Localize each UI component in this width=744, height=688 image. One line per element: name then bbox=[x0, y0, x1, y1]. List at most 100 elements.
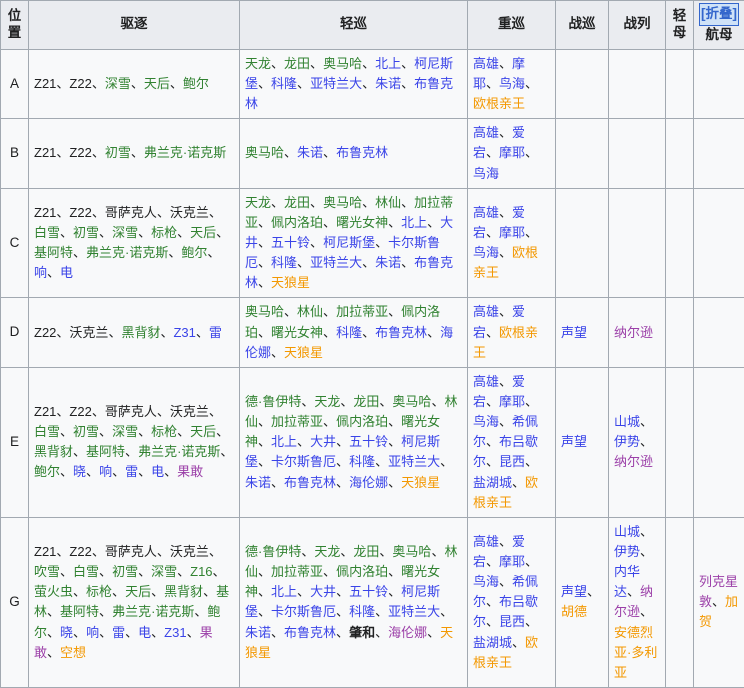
header-light-carrier-label: 轻母 bbox=[668, 8, 691, 42]
name-separator: 、 bbox=[375, 454, 388, 469]
name-separator: 、 bbox=[401, 255, 414, 270]
table-row: CZ21、Z22、哥萨克人、沃克兰、白雪、初雪、深雪、标枪、天后、基阿特、弗兰克… bbox=[1, 188, 744, 298]
name-separator: 、 bbox=[323, 564, 336, 579]
header-light-cruiser-label: 轻巡 bbox=[340, 16, 367, 31]
ship-name: 萤火虫 bbox=[34, 584, 73, 599]
name-separator: 、 bbox=[499, 125, 512, 140]
ship-name: 深雪 bbox=[112, 424, 138, 439]
name-separator: 、 bbox=[92, 76, 105, 91]
name-separator: 、 bbox=[323, 145, 336, 160]
fleet-composition-table: 位置 驱逐 轻巡 重巡 战巡 战列 轻母 [折叠] 航母 bbox=[0, 0, 744, 688]
header-light-carrier: 轻母 bbox=[666, 1, 694, 50]
ship-name: 布鲁克林 bbox=[336, 145, 388, 160]
name-separator: 、 bbox=[125, 444, 138, 459]
cell-light-cruiser: 奥马哈、朱诺、布鲁克林 bbox=[240, 119, 468, 188]
ship-name: 朱诺 bbox=[245, 625, 271, 640]
name-separator: 、 bbox=[388, 414, 401, 429]
ship-name: 林仙 bbox=[375, 195, 401, 210]
name-separator: 、 bbox=[56, 205, 69, 220]
header-battleship-label: 战列 bbox=[624, 16, 651, 31]
row-position-label: E bbox=[1, 367, 29, 517]
cell-carrier bbox=[694, 188, 744, 298]
name-separator: 、 bbox=[486, 614, 499, 629]
ship-name: 柯尼斯堡 bbox=[323, 235, 375, 250]
header-battlecruiser: 战巡 bbox=[556, 1, 609, 50]
collapse-toggle-link[interactable]: [折叠] bbox=[700, 4, 738, 25]
name-separator: 、 bbox=[379, 394, 392, 409]
ship-name: Z31 bbox=[173, 325, 195, 340]
ship-name: 大井 bbox=[310, 434, 336, 449]
name-separator: 、 bbox=[284, 145, 297, 160]
cell-carrier bbox=[694, 119, 744, 188]
name-separator: 、 bbox=[323, 304, 336, 319]
ship-name: 白雪 bbox=[34, 424, 60, 439]
name-separator: 、 bbox=[301, 544, 314, 559]
ship-name: 天龙 bbox=[245, 195, 271, 210]
name-separator: 、 bbox=[499, 414, 512, 429]
ship-name: 标枪 bbox=[151, 225, 177, 240]
ship-name: 初雪 bbox=[105, 145, 131, 160]
ship-name: 弗兰克·诺克斯 bbox=[112, 604, 194, 619]
name-separator: 、 bbox=[336, 475, 349, 490]
name-separator: 、 bbox=[73, 444, 86, 459]
name-separator: 、 bbox=[486, 225, 499, 240]
cell-heavy-cruiser: 高雄、爱宕、摩耶、鸟海、希佩尔、布吕歇尔、昆西、盐湖城、欧根亲王 bbox=[468, 367, 556, 517]
ship-name: 摩耶 bbox=[499, 394, 525, 409]
name-separator: 、 bbox=[194, 604, 207, 619]
cell-battleship bbox=[609, 188, 666, 298]
ship-name: 黑背豺 bbox=[121, 325, 160, 340]
name-separator: 、 bbox=[440, 454, 453, 469]
ship-name: 科隆 bbox=[271, 76, 297, 91]
ship-name: 德·鲁伊特 bbox=[245, 544, 301, 559]
ship-name: 声望 bbox=[561, 434, 587, 449]
ship-name: 深雪 bbox=[105, 76, 131, 91]
name-separator: 、 bbox=[362, 255, 375, 270]
cell-destroyer: Z21、Z22、哥萨克人、沃克兰、吹雪、白雪、初雪、深雪、Z16、萤火虫、标枪、… bbox=[29, 517, 240, 687]
name-separator: 、 bbox=[401, 76, 414, 91]
name-separator: 、 bbox=[131, 76, 144, 91]
name-separator: 、 bbox=[258, 604, 271, 619]
name-separator: 、 bbox=[310, 235, 323, 250]
name-separator: 、 bbox=[336, 434, 349, 449]
name-separator: 、 bbox=[486, 594, 499, 609]
name-separator: 、 bbox=[209, 404, 222, 419]
name-separator: 、 bbox=[297, 255, 310, 270]
name-separator: 、 bbox=[151, 584, 164, 599]
ship-name: 北上 bbox=[271, 434, 297, 449]
ship-name: 摩耶 bbox=[499, 554, 525, 569]
ship-name: 奥马哈 bbox=[245, 304, 284, 319]
name-separator: 、 bbox=[60, 464, 73, 479]
cell-heavy-cruiser: 高雄、爱宕、摩耶、鸟海 bbox=[468, 119, 556, 188]
name-separator: 、 bbox=[138, 225, 151, 240]
ship-name: 伊势 bbox=[614, 434, 640, 449]
ship-name: 天后 bbox=[144, 76, 170, 91]
cell-destroyer: Z21、Z22、哥萨克人、沃克兰、白雪、初雪、深雪、标枪、天后、黑背豺、基阿特、… bbox=[29, 367, 240, 517]
name-separator: 、 bbox=[499, 304, 512, 319]
ship-name: 山城 bbox=[614, 414, 640, 429]
name-separator: 、 bbox=[220, 444, 233, 459]
ship-name: 天狼星 bbox=[284, 345, 323, 360]
name-separator: 、 bbox=[138, 464, 151, 479]
cell-battleship bbox=[609, 49, 666, 118]
ship-name: 天后 bbox=[190, 225, 216, 240]
name-separator: 、 bbox=[499, 56, 512, 71]
ship-name: 基阿特 bbox=[60, 604, 99, 619]
ship-name: 响 bbox=[86, 625, 99, 640]
name-separator: 、 bbox=[73, 245, 86, 260]
name-separator: 、 bbox=[112, 464, 125, 479]
name-separator: 、 bbox=[160, 325, 173, 340]
ship-name: 深雪 bbox=[151, 564, 177, 579]
name-separator: 、 bbox=[177, 225, 190, 240]
cell-light-cruiser: 奥马哈、林仙、加拉蒂亚、佩内洛珀、曙光女神、科隆、布鲁克林、海伦娜、天狼星 bbox=[240, 298, 468, 367]
table-row: DZ22、沃克兰、黑背豺、Z31、雷奥马哈、林仙、加拉蒂亚、佩内洛珀、曙光女神、… bbox=[1, 298, 744, 367]
ship-name: 伊势 bbox=[614, 544, 640, 559]
ship-name: 布鲁克林 bbox=[284, 625, 336, 640]
ship-name: 纳尔逊 bbox=[614, 454, 653, 469]
ship-name: 卡尔斯鲁厄 bbox=[271, 454, 336, 469]
name-separator: 、 bbox=[310, 195, 323, 210]
ship-name: 沃克兰 bbox=[170, 544, 209, 559]
ship-name: 哥萨克人 bbox=[105, 404, 157, 419]
name-separator: 、 bbox=[525, 614, 538, 629]
name-separator: 、 bbox=[112, 584, 125, 599]
name-separator: 、 bbox=[486, 325, 499, 340]
